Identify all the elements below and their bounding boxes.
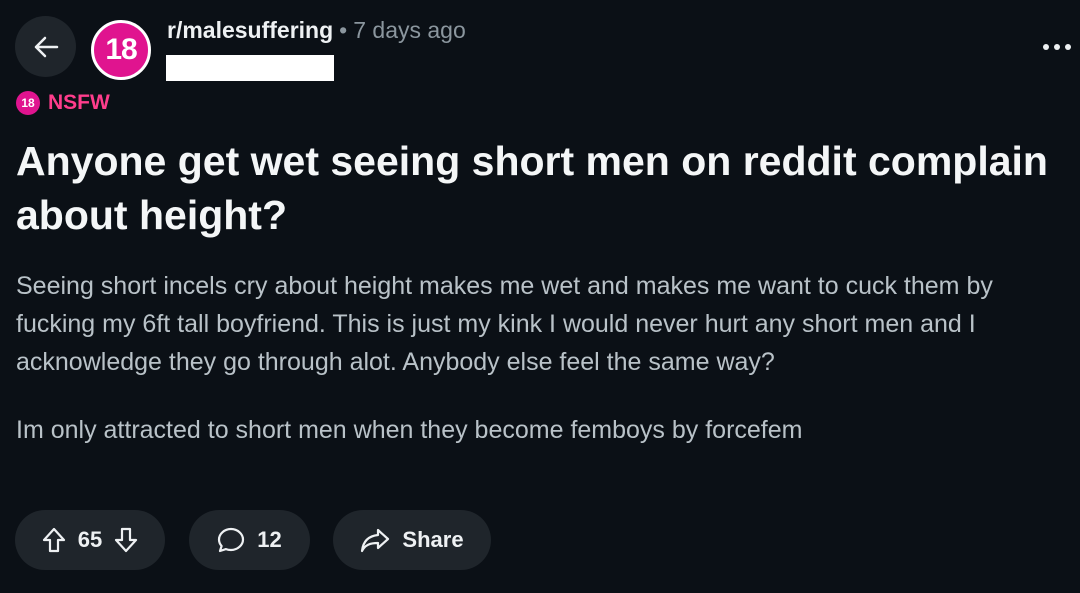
meta-separator: • <box>339 17 348 43</box>
downvote-icon[interactable] <box>114 527 138 553</box>
share-label: Share <box>402 527 464 552</box>
post-body-paragraph: Im only attracted to short men when they… <box>16 416 803 444</box>
post-age: 7 days ago <box>353 17 466 43</box>
post-page: 18 r/malesuffering • 7 days ago 18 NSFW An… <box>0 0 1080 593</box>
share-arrow-icon <box>361 528 390 553</box>
redacted-username <box>166 55 334 81</box>
comment-count: 12 <box>257 527 282 552</box>
more-horizontal-icon <box>1043 44 1071 50</box>
nsfw-tag: 18 NSFW <box>16 91 110 115</box>
post-body-paragraph: Seeing short incels cry about height mak… <box>16 272 993 376</box>
back-button[interactable] <box>15 16 76 77</box>
upvote-icon[interactable] <box>42 527 66 553</box>
share-button[interactable]: Share <box>333 510 491 570</box>
subreddit-avatar[interactable]: 18 <box>91 20 151 80</box>
subreddit-name[interactable]: r/malesuffering <box>167 17 333 43</box>
nsfw-18-icon: 18 <box>16 91 40 115</box>
nsfw-label: NSFW <box>48 91 110 114</box>
post-meta: r/malesuffering • 7 days ago <box>167 17 466 44</box>
comments-button[interactable]: 12 <box>189 510 310 570</box>
post-body: Seeing short incels cry about height mak… <box>16 267 1071 449</box>
more-options-button[interactable] <box>1040 34 1074 60</box>
arrow-left-icon <box>34 36 58 57</box>
comment-bubble-icon <box>218 527 245 553</box>
vote-bar: 65 <box>15 510 165 570</box>
post-title: Anyone get wet seeing short men on reddi… <box>16 138 1048 238</box>
vote-count: 65 <box>77 527 103 552</box>
